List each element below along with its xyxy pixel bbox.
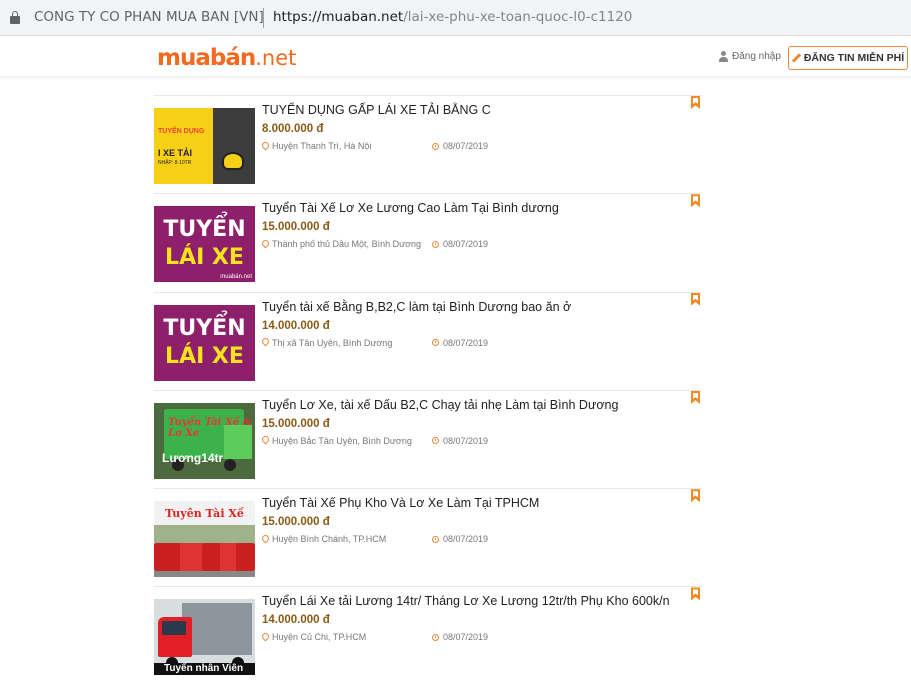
listing-title[interactable]: Tuyển Lái Xe tải Lương 14tr/ Tháng Lơ Xe… — [262, 594, 670, 608]
date-text: 08/07/2019 — [443, 534, 489, 545]
location-pin-icon — [262, 240, 269, 249]
thumbnail-text: Tuyển Tài Xế & Lơ Xe — [168, 416, 252, 439]
location-text: Thị xã Tân Uyên, Bình Dương — [272, 337, 393, 348]
thumbnail-watermark: muabán.net — [220, 274, 252, 281]
location-pin-icon — [262, 535, 269, 544]
listing-title[interactable]: Tuyển Tài Xế Phụ Kho Và Lơ Xe Làm Tại TP… — [262, 496, 539, 510]
listing-item[interactable]: Tuyên Tài Xế Tuyển Tài Xế Phụ Kho Và Lơ … — [154, 488, 702, 586]
bookmark-icon[interactable] — [691, 489, 700, 503]
listing-price: 15.000.000 đ — [262, 516, 330, 529]
thumbnail-text: Tuyên Tài Xế — [165, 507, 244, 521]
listing-thumbnail[interactable]: TUYỂN LÁI XE muabán.net — [154, 206, 255, 283]
listing-date: 08/07/2019 — [432, 141, 488, 151]
listing-thumbnail[interactable]: Tuyên Tài Xế — [154, 501, 255, 578]
thumbnail-text: LÁI XE — [165, 245, 244, 271]
listing-location: Huyện Thanh Trì, Hà Nội — [262, 141, 371, 151]
listing-thumbnail[interactable]: Tuyển Tài Xế & Lơ Xe Lương14tr — [154, 402, 255, 479]
bookmark-icon[interactable] — [691, 390, 700, 404]
browser-address-bar[interactable]: CONG TY CO PHAN MUA BAN [VN] https://mua… — [0, 0, 911, 36]
thumbnail-text: Tuyển nhân Viên — [154, 663, 255, 676]
listing-item[interactable]: TUYỂN LÁI XE Tuyển tài xế Bằng B,B2,C là… — [154, 291, 702, 390]
listing-title[interactable]: Tuyển tài xế Bằng B,B2,C làm tại Bình Dư… — [262, 300, 571, 314]
logo-tld: .net — [255, 46, 297, 70]
listing-location: Huyện Bình Chánh, TP.HCM — [262, 534, 386, 544]
clock-icon — [432, 633, 439, 641]
location-text: Huyện Củ Chi, TP.HCM — [272, 632, 367, 643]
thumbnail-text: NHẬP: 8-10TR — [158, 160, 192, 166]
site-logo[interactable]: muabán.net — [157, 45, 296, 71]
clock-icon — [432, 142, 439, 150]
url-field[interactable]: https://muaban.net/lai-xe-phu-xe-toan-qu… — [273, 9, 632, 25]
pencil-icon — [792, 54, 801, 63]
login-label: Đăng nhập — [732, 51, 781, 62]
site-header: muabán.net Đăng nhập ĐĂNG TIN MIỄN PHÍ — [0, 37, 911, 77]
listing-date: 08/07/2019 — [432, 534, 488, 544]
thumbnail-text: TUYỂN — [163, 315, 246, 341]
listing-price: 15.000.000 đ — [262, 417, 330, 430]
url-path: /lai-xe-phu-xe-toan-quoc-l0-c1120 — [403, 9, 633, 25]
lock-icon[interactable] — [10, 11, 20, 24]
date-text: 08/07/2019 — [443, 337, 489, 348]
listing-thumbnail[interactable]: TUYỂN DỤNG I XE TẢI NHẬP: 8-10TR — [154, 108, 255, 184]
clock-icon — [432, 339, 439, 347]
date-text: 08/07/2019 — [443, 239, 489, 250]
clock-icon — [432, 437, 439, 445]
site-identity[interactable]: CONG TY CO PHAN MUA BAN [VN] — [34, 9, 264, 25]
listing-location: Huyện Củ Chi, TP.HCM — [262, 632, 366, 642]
bookmark-icon[interactable] — [691, 194, 700, 208]
listing-item[interactable]: Tuyển Tài Xế & Lơ Xe Lương14tr Tuyển Lơ … — [154, 389, 702, 488]
thumbnail-text: TUYỂN — [163, 217, 246, 243]
listing-price: 8.000.000 đ — [262, 123, 324, 135]
logo-brand: muabán — [157, 45, 256, 71]
post-free-ad-button[interactable]: ĐĂNG TIN MIỄN PHÍ — [788, 46, 908, 70]
url-host: https://muaban.net — [273, 9, 404, 25]
thumbnail-text: TUYỂN DỤNG — [158, 128, 205, 135]
listing-item[interactable]: TUYỂN DỤNG I XE TẢI NHẬP: 8-10TR TUYỂN D… — [154, 95, 702, 193]
post-free-ad-label: ĐĂNG TIN MIỄN PHÍ — [803, 52, 905, 64]
listing-price: 15.000.000 đ — [262, 221, 330, 234]
date-text: 08/07/2019 — [443, 435, 489, 446]
listing-date: 08/07/2019 — [432, 338, 488, 348]
thumbnail-text: LÁI XE — [165, 343, 244, 369]
clock-icon — [432, 240, 439, 248]
location-pin-icon — [262, 436, 269, 445]
listing-title[interactable]: TUYỂN DỤNG GẤP LÁI XE TẢI BẰNG C — [262, 103, 491, 117]
listing-date: 08/07/2019 — [432, 239, 488, 249]
location-text: Huyện Bình Chánh, TP.HCM — [272, 534, 387, 545]
bookmark-icon[interactable] — [691, 96, 700, 109]
thumbnail-text: Lương14tr — [162, 450, 224, 465]
listing-date: 08/07/2019 — [432, 436, 488, 446]
listing-location: Huyện Bắc Tân Uyên, Bình Dương — [262, 436, 412, 446]
location-pin-icon — [262, 633, 269, 642]
location-text: Huyện Thanh Trì, Hà Nội — [272, 141, 372, 151]
location-pin-icon — [262, 338, 269, 347]
listing-location: Thành phố thủ Dầu Một, Bình Dương — [262, 239, 421, 249]
listing-price: 14.000.000 đ — [262, 319, 330, 332]
listing-title[interactable]: Tuyển Tài Xế Lơ Xe Lương Cao Làm Tại Bìn… — [262, 201, 559, 215]
listing-date: 08/07/2019 — [432, 632, 488, 642]
listing-thumbnail[interactable]: TUYỂN LÁI XE — [154, 304, 255, 381]
listing-location: Thị xã Tân Uyên, Bình Dương — [262, 338, 392, 348]
listing-price: 14.000.000 đ — [262, 614, 330, 627]
bookmark-icon[interactable] — [691, 587, 700, 601]
listing-title[interactable]: Tuyển Lơ Xe, tài xế Dấu B2,C Chạy tải nh… — [262, 398, 618, 412]
user-icon — [718, 51, 729, 62]
address-separator — [263, 8, 264, 28]
bookmark-icon[interactable] — [691, 292, 700, 306]
date-text: 08/07/2019 — [443, 141, 489, 151]
location-text: Huyện Bắc Tân Uyên, Bình Dương — [272, 435, 412, 446]
listing-item[interactable]: TUYỂN LÁI XE muabán.net Tuyển Tài Xế Lơ … — [154, 193, 702, 291]
location-text: Thành phố thủ Dầu Một, Bình Dương — [272, 239, 422, 250]
thumbnail-text: I XE TẢI — [158, 148, 193, 158]
location-pin-icon — [262, 142, 269, 151]
clock-icon — [432, 535, 439, 543]
listing-item[interactable]: Tuyển nhân Viên Tuyển Lái Xe tải Lương 1… — [154, 586, 702, 684]
date-text: 08/07/2019 — [443, 632, 489, 643]
login-link[interactable]: Đăng nhập — [718, 51, 781, 62]
listing-thumbnail[interactable]: Tuyển nhân Viên — [154, 599, 255, 676]
listing-list: TUYỂN DỤNG I XE TẢI NHẬP: 8-10TR TUYỂN D… — [154, 95, 702, 685]
